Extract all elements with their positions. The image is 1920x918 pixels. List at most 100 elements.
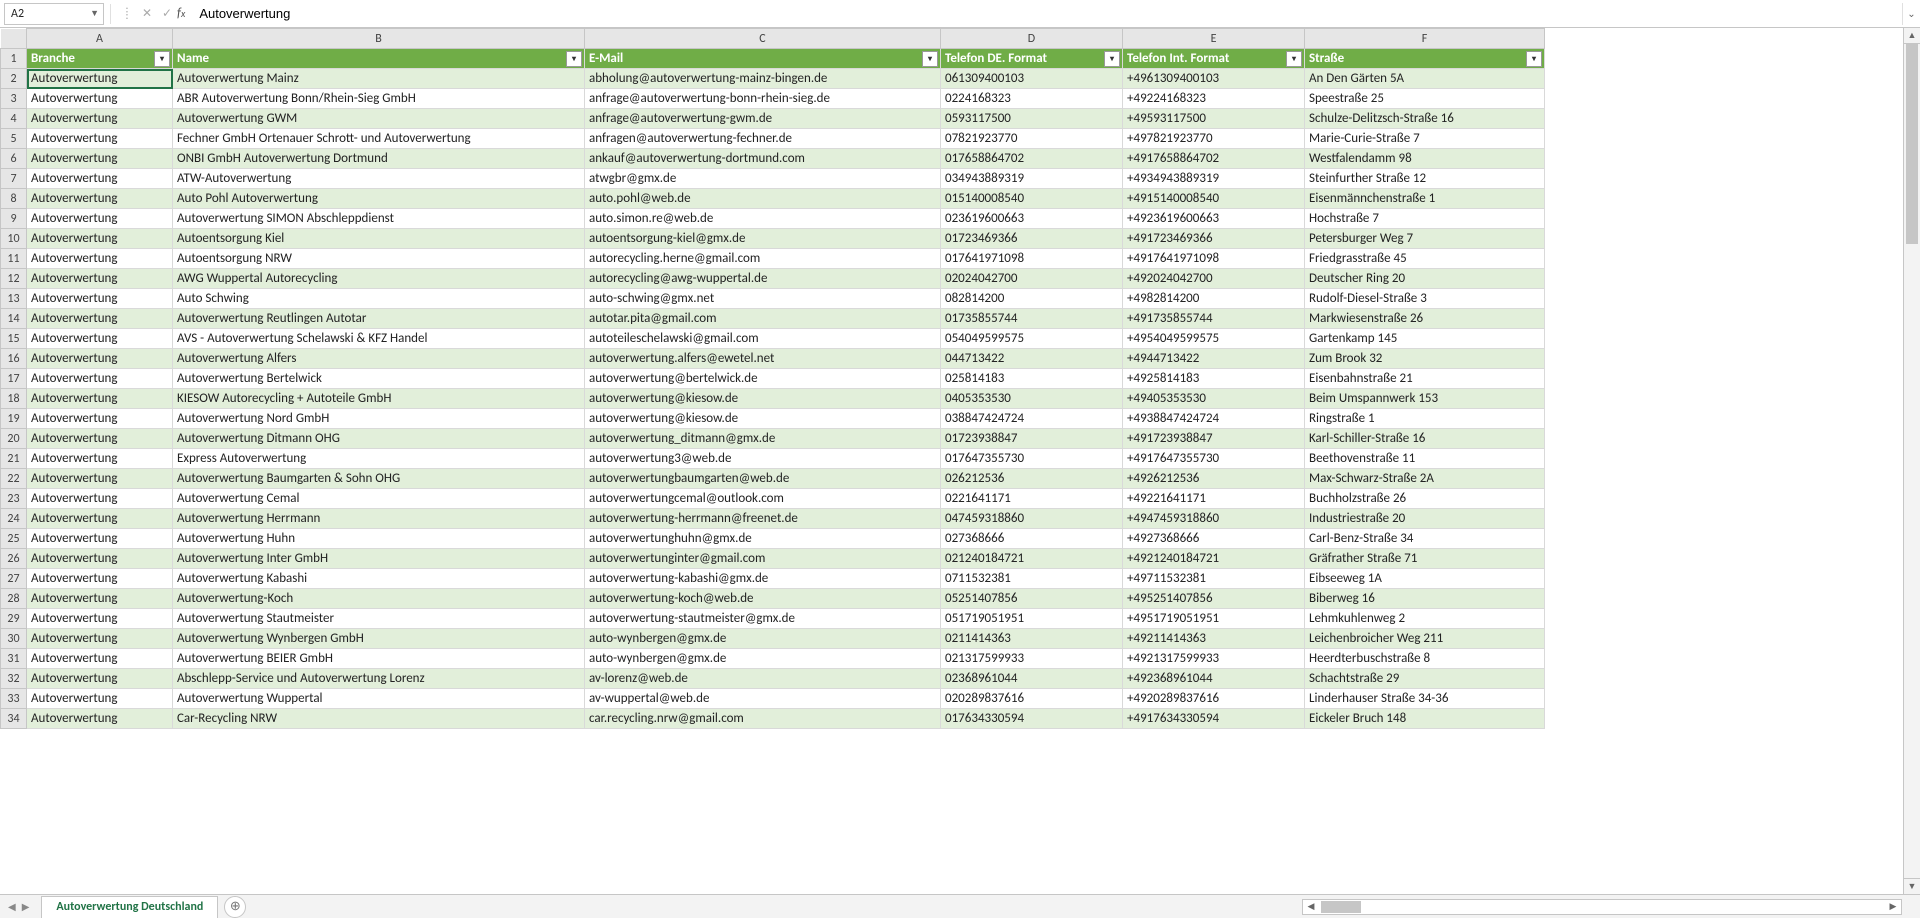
cell[interactable]: Max-Schwarz-Straße 2A (1305, 469, 1545, 489)
name-box[interactable]: A2 ▼ (4, 3, 104, 25)
cell[interactable]: autoverwertung3@web.de (585, 449, 941, 469)
cell[interactable]: Autoverwertung (27, 229, 173, 249)
cell[interactable]: autorecycling@awg-wuppertal.de (585, 269, 941, 289)
cell[interactable]: +49405353530 (1123, 389, 1305, 409)
row-header-8[interactable]: 8 (1, 189, 27, 209)
cell[interactable]: +49221641171 (1123, 489, 1305, 509)
cell[interactable]: Autoverwertung Nord GmbH (173, 409, 585, 429)
cell[interactable]: Autoverwertung (27, 469, 173, 489)
row-header-16[interactable]: 16 (1, 349, 27, 369)
hscroll-thumb[interactable] (1321, 901, 1361, 913)
cell[interactable]: 047459318860 (941, 509, 1123, 529)
cell[interactable]: An Den Gärten 5A (1305, 69, 1545, 89)
cell[interactable]: Autoentsorgung Kiel (173, 229, 585, 249)
cell[interactable]: Friedgrasstraße 45 (1305, 249, 1545, 269)
cell[interactable]: AVS - Autoverwertung Schelawski & KFZ Ha… (173, 329, 585, 349)
row-header-24[interactable]: 24 (1, 509, 27, 529)
row-header-4[interactable]: 4 (1, 109, 27, 129)
cell[interactable]: Gräfrather Straße 71 (1305, 549, 1545, 569)
cell[interactable]: Hochstraße 7 (1305, 209, 1545, 229)
cell[interactable]: Eickeler Bruch 148 (1305, 709, 1545, 729)
row-header-9[interactable]: 9 (1, 209, 27, 229)
cell[interactable]: Autoverwertung (27, 309, 173, 329)
row-header-33[interactable]: 33 (1, 689, 27, 709)
cell[interactable]: ONBI GmbH Autoverwertung Dortmund (173, 149, 585, 169)
cell[interactable]: Marie-Curie-Straße 7 (1305, 129, 1545, 149)
cell[interactable]: +4982814200 (1123, 289, 1305, 309)
cell[interactable]: Autoverwertung (27, 689, 173, 709)
cell[interactable]: 0224168323 (941, 89, 1123, 109)
cell[interactable]: Ringstraße 1 (1305, 409, 1545, 429)
confirm-icon[interactable]: ✓ (157, 6, 177, 21)
cell[interactable]: +4927368666 (1123, 529, 1305, 549)
cell[interactable]: 01723938847 (941, 429, 1123, 449)
scroll-right-icon[interactable]: ▶ (1885, 901, 1901, 912)
cell[interactable]: Autoverwertung (27, 69, 173, 89)
chevron-down-icon[interactable]: ▼ (90, 8, 99, 19)
scroll-up-icon[interactable]: ▲ (1904, 28, 1920, 44)
cell[interactable]: autorecycling.herne@gmail.com (585, 249, 941, 269)
row-header-11[interactable]: 11 (1, 249, 27, 269)
column-header-D[interactable]: D (941, 29, 1123, 49)
row-header-30[interactable]: 30 (1, 629, 27, 649)
cell[interactable]: Autoverwertung BEIER GmbH (173, 649, 585, 669)
filter-button[interactable]: ▾ (566, 51, 582, 67)
cell[interactable]: Abschlepp-Service und Autoverwertung Lor… (173, 669, 585, 689)
row-header-19[interactable]: 19 (1, 409, 27, 429)
cell[interactable]: autoverwertung-koch@web.de (585, 589, 941, 609)
cell[interactable]: Autoverwertung Wuppertal (173, 689, 585, 709)
cell[interactable]: 015140008540 (941, 189, 1123, 209)
cell[interactable]: Express Autoverwertung (173, 449, 585, 469)
filter-button[interactable]: ▾ (1104, 51, 1120, 67)
cell[interactable]: autoverwertungbaumgarten@web.de (585, 469, 941, 489)
cell[interactable]: +4938847424724 (1123, 409, 1305, 429)
cell[interactable]: car.recycling.nrw@gmail.com (585, 709, 941, 729)
cell[interactable]: autoverwertung@kiesow.de (585, 389, 941, 409)
cell[interactable]: Deutscher Ring 20 (1305, 269, 1545, 289)
cell[interactable]: +491723469366 (1123, 229, 1305, 249)
cell[interactable]: +492368961044 (1123, 669, 1305, 689)
cell[interactable]: 02368961044 (941, 669, 1123, 689)
cell[interactable]: 054049599575 (941, 329, 1123, 349)
cell[interactable]: anfragen@autoverwertung-fechner.de (585, 129, 941, 149)
filter-button[interactable]: ▾ (1286, 51, 1302, 67)
cell[interactable]: Autoverwertung Bertelwick (173, 369, 585, 389)
cell[interactable]: Autoverwertung SIMON Abschleppdienst (173, 209, 585, 229)
row-header-23[interactable]: 23 (1, 489, 27, 509)
cell[interactable]: Autoverwertung (27, 89, 173, 109)
cell[interactable]: Autoverwertung Wynbergen GmbH (173, 629, 585, 649)
cell[interactable]: Autoverwertung (27, 349, 173, 369)
cell[interactable]: 025814183 (941, 369, 1123, 389)
row-header-34[interactable]: 34 (1, 709, 27, 729)
row-header-7[interactable]: 7 (1, 169, 27, 189)
cell[interactable]: +491723938847 (1123, 429, 1305, 449)
cell[interactable]: Autoverwertung (27, 589, 173, 609)
cell[interactable]: Autoverwertung Kabashi (173, 569, 585, 589)
column-header-C[interactable]: C (585, 29, 941, 49)
cell[interactable]: 017658864702 (941, 149, 1123, 169)
row-header-20[interactable]: 20 (1, 429, 27, 449)
cell[interactable]: Fechner GmbH Ortenauer Schrott- und Auto… (173, 129, 585, 149)
row-header-28[interactable]: 28 (1, 589, 27, 609)
cell[interactable]: Autoverwertung (27, 509, 173, 529)
row-header-1[interactable]: 1 (1, 49, 27, 69)
row-header-27[interactable]: 27 (1, 569, 27, 589)
row-header-17[interactable]: 17 (1, 369, 27, 389)
cell[interactable]: 021240184721 (941, 549, 1123, 569)
cell[interactable]: Petersburger Weg 7 (1305, 229, 1545, 249)
cell[interactable]: autoverwertung.alfers@ewetel.net (585, 349, 941, 369)
cell[interactable]: auto.simon.re@web.de (585, 209, 941, 229)
cell[interactable]: Car-Recycling NRW (173, 709, 585, 729)
cell[interactable]: +4920289837616 (1123, 689, 1305, 709)
cell[interactable]: 061309400103 (941, 69, 1123, 89)
cell[interactable]: Autoverwertung (27, 409, 173, 429)
cell[interactable]: Linderhauser Straße 34-36 (1305, 689, 1545, 709)
filter-button[interactable]: ▾ (154, 51, 170, 67)
cell[interactable]: Auto Schwing (173, 289, 585, 309)
column-header-F[interactable]: F (1305, 29, 1545, 49)
table-header-cell[interactable]: Branche▾ (27, 49, 173, 69)
cell[interactable]: Beim Umspannwerk 153 (1305, 389, 1545, 409)
cell[interactable]: ankauf@autoverwertung-dortmund.com (585, 149, 941, 169)
cell[interactable]: 017641971098 (941, 249, 1123, 269)
cell[interactable]: Eisenmännchenstraße 1 (1305, 189, 1545, 209)
